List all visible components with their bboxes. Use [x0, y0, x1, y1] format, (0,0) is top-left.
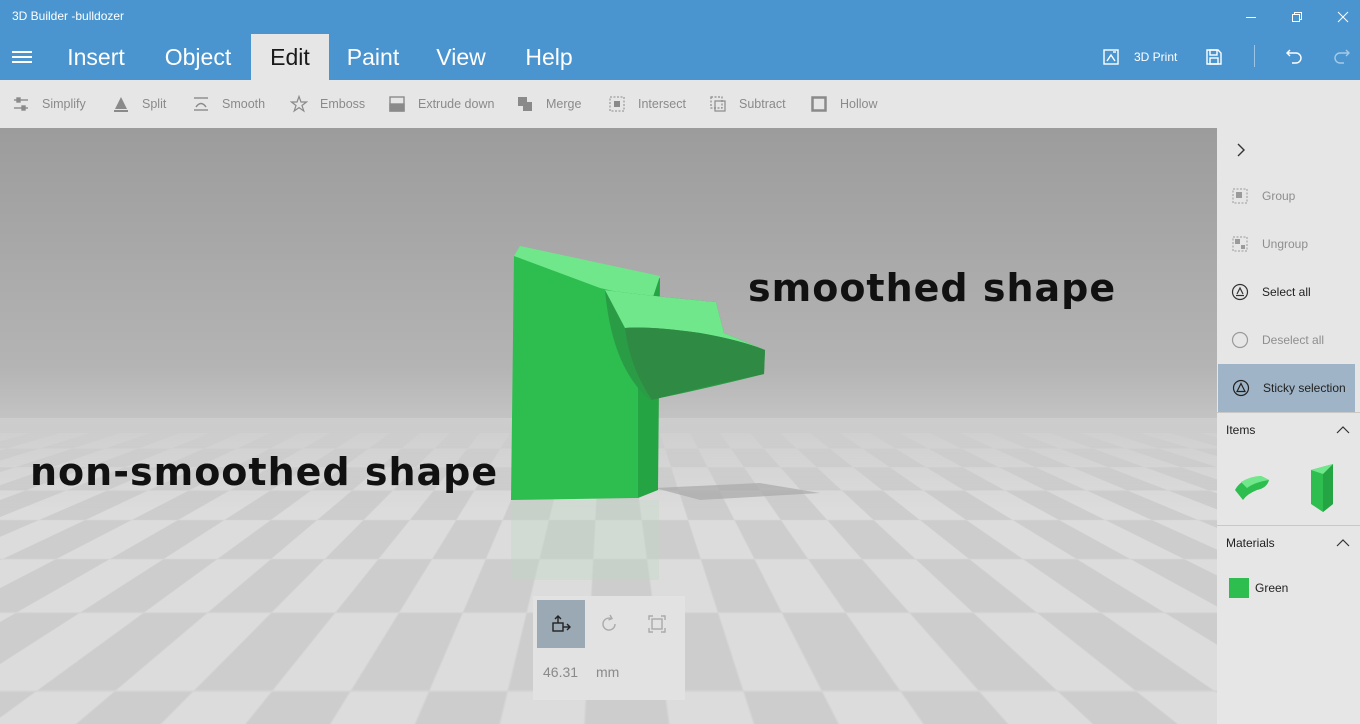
- model-reflection: [511, 500, 659, 580]
- tab-edit[interactable]: Edit: [251, 34, 329, 80]
- rotate-icon: [598, 613, 620, 635]
- tab-insert[interactable]: Insert: [56, 34, 136, 80]
- subtract-label: Subtract: [739, 97, 786, 111]
- sticky-selection-icon: [1232, 379, 1250, 397]
- transform-panel: 46.31 mm: [533, 596, 685, 700]
- 3d-print-button[interactable]: 3D Print: [1102, 34, 1177, 80]
- sticky-selection-button[interactable]: Sticky selection: [1218, 364, 1355, 412]
- hollow-label: Hollow: [840, 97, 878, 111]
- material-item-green[interactable]: Green: [1229, 578, 1288, 598]
- non-smoothed-shape-annotation: non-smoothed shape: [30, 450, 498, 494]
- split-icon: [112, 95, 130, 113]
- extrude-down-label: Extrude down: [418, 97, 494, 111]
- deselect-all-label: Deselect all: [1262, 333, 1324, 347]
- select-all-label: Select all: [1262, 285, 1311, 299]
- intersect-label: Intersect: [638, 97, 686, 111]
- smooth-button[interactable]: Smooth: [192, 80, 265, 128]
- toolbar-separator: [1254, 45, 1255, 67]
- emboss-button[interactable]: Emboss: [290, 80, 365, 128]
- group-icon: [1231, 187, 1249, 205]
- intersect-icon: [608, 95, 626, 113]
- smooth-label: Smooth: [222, 97, 265, 111]
- 3d-print-icon: [1102, 48, 1120, 66]
- title-bar: 3D Builder -bulldozer: [0, 0, 1360, 34]
- move-button[interactable]: [537, 600, 585, 648]
- materials-section-header[interactable]: Materials: [1217, 526, 1360, 560]
- intersect-button[interactable]: Intersect: [608, 80, 686, 128]
- save-icon: [1205, 48, 1223, 66]
- materials-header: Materials: [1226, 536, 1275, 550]
- simplify-label: Simplify: [42, 97, 86, 111]
- chevron-right-icon: [1233, 142, 1249, 158]
- hamburger-menu-icon[interactable]: [12, 48, 32, 66]
- tab-help[interactable]: Help: [512, 34, 586, 80]
- tab-object[interactable]: Object: [152, 34, 244, 80]
- hollow-button[interactable]: Hollow: [810, 80, 878, 128]
- split-label: Split: [142, 97, 166, 111]
- subtract-button[interactable]: Subtract: [709, 80, 786, 128]
- merge-icon: [516, 95, 534, 113]
- smooth-icon: [192, 95, 210, 113]
- menu-bar: Insert Object Edit Paint View Help 3D Pr…: [0, 34, 1360, 80]
- emboss-label: Emboss: [320, 97, 365, 111]
- extrude-down-button[interactable]: Extrude down: [388, 80, 494, 128]
- 3d-print-label: 3D Print: [1134, 50, 1177, 64]
- deselect-all-icon: [1231, 331, 1249, 349]
- merge-button[interactable]: Merge: [516, 80, 581, 128]
- move-icon: [550, 613, 572, 635]
- simplify-icon: [12, 95, 30, 113]
- save-button[interactable]: [1205, 34, 1223, 80]
- select-all-icon: [1231, 283, 1249, 301]
- redo-button[interactable]: [1332, 34, 1352, 80]
- group-label: Group: [1262, 189, 1295, 203]
- minimize-button[interactable]: [1228, 0, 1274, 34]
- extrude-down-icon: [388, 95, 406, 113]
- scale-icon: [646, 613, 668, 635]
- ungroup-button[interactable]: Ungroup: [1217, 220, 1360, 268]
- smoothed-item-icon: [1231, 464, 1275, 508]
- tab-paint[interactable]: Paint: [336, 34, 410, 80]
- simplify-button[interactable]: Simplify: [12, 80, 86, 128]
- ungroup-icon: [1231, 235, 1249, 253]
- item-thumbnail-block[interactable]: [1303, 460, 1347, 516]
- redo-icon: [1332, 47, 1352, 67]
- chevron-up-icon: [1336, 538, 1350, 548]
- minimize-icon: [1245, 11, 1257, 23]
- merge-label: Merge: [546, 97, 581, 111]
- window-title: 3D Builder -bulldozer: [12, 9, 124, 23]
- right-panel: Group Ungroup Select all Deselect all St…: [1217, 128, 1360, 724]
- 3d-viewport[interactable]: smoothed shape non-smoothed shape 46.31 …: [0, 128, 1217, 724]
- edit-toolbar: Simplify Split Smooth Emboss Extrude dow…: [0, 80, 1360, 128]
- split-button[interactable]: Split: [112, 80, 166, 128]
- star-icon: [290, 95, 308, 113]
- tab-view[interactable]: View: [425, 34, 497, 80]
- chevron-up-icon: [1336, 425, 1350, 435]
- maximize-icon: [1291, 11, 1303, 23]
- group-button[interactable]: Group: [1217, 172, 1360, 220]
- maximize-button[interactable]: [1274, 0, 1320, 34]
- smoothed-shape-annotation: smoothed shape: [748, 266, 1116, 310]
- select-all-button[interactable]: Select all: [1217, 268, 1360, 316]
- item-thumbnail-smoothed[interactable]: [1231, 464, 1275, 508]
- collapse-panel-button[interactable]: [1233, 142, 1249, 158]
- items-section-header[interactable]: Items: [1217, 413, 1360, 447]
- items-header: Items: [1226, 423, 1255, 437]
- material-label: Green: [1255, 581, 1288, 595]
- hollow-icon: [810, 95, 828, 113]
- deselect-all-button[interactable]: Deselect all: [1217, 316, 1360, 364]
- sticky-selection-label: Sticky selection: [1263, 381, 1346, 395]
- undo-icon: [1284, 47, 1304, 67]
- dimension-value[interactable]: 46.31: [543, 664, 578, 680]
- close-icon: [1337, 11, 1349, 23]
- block-item-icon: [1303, 460, 1347, 516]
- dimension-unit: mm: [596, 664, 619, 680]
- rotate-button[interactable]: [585, 600, 633, 648]
- subtract-icon: [709, 95, 727, 113]
- model-shadow: [655, 483, 820, 500]
- close-button[interactable]: [1320, 0, 1360, 34]
- material-swatch: [1229, 578, 1249, 598]
- ungroup-label: Ungroup: [1262, 237, 1308, 251]
- scale-button[interactable]: [633, 600, 681, 648]
- undo-button[interactable]: [1284, 34, 1304, 80]
